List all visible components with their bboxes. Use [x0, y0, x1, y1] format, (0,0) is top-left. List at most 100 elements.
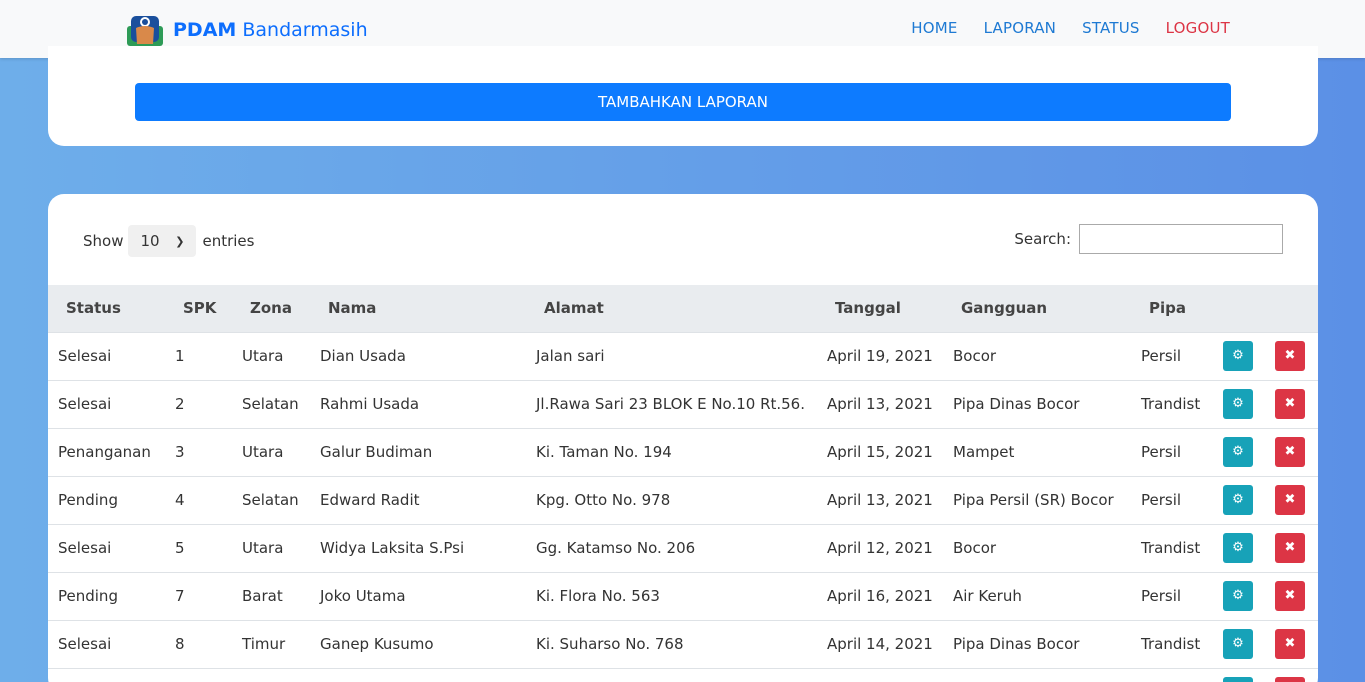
close-icon: ✖: [1284, 444, 1296, 459]
cell-gangguan: [943, 668, 1131, 682]
cell-zona: Selatan: [242, 491, 299, 509]
gear-icon: ⚙: [1232, 444, 1244, 459]
table-row: ⚙✖: [48, 668, 1318, 682]
delete-cell: ✖: [1265, 380, 1318, 428]
edit-button[interactable]: ⚙: [1223, 341, 1253, 371]
cell-tanggal: April 16, 2021: [827, 587, 933, 605]
table-body: Selesai 1 Utara Dian Usada Jalan sari April 1…: [48, 332, 1318, 682]
cell-alamat: Ki. Flora No. 563: [536, 587, 660, 605]
cell-pipa: Persil: [1141, 443, 1182, 461]
cell-alamat: Gg. Katamso No. 206: [536, 539, 696, 557]
delete-button[interactable]: ✖: [1275, 677, 1305, 682]
close-icon: ✖: [1284, 396, 1296, 411]
edit-button[interactable]: ⚙: [1223, 581, 1253, 611]
brand-name: PDAM Bandarmasih: [173, 19, 368, 41]
column-header[interactable]: Alamat: [526, 285, 817, 332]
cell-zona: Utara: [242, 539, 284, 557]
cell-gangguan: Pipa Dinas Bocor: [953, 635, 1080, 653]
column-header[interactable]: Pipa: [1131, 285, 1213, 332]
cell-pipa: [1131, 668, 1213, 682]
chevron-down-icon: ❯: [175, 234, 185, 248]
delete-button[interactable]: ✖: [1275, 437, 1305, 467]
cell-alamat: Ki. Taman No. 194: [536, 443, 672, 461]
edit-button[interactable]: ⚙: [1223, 533, 1253, 563]
entries-select[interactable]: 10 ❯: [128, 225, 197, 257]
column-header[interactable]: Nama: [310, 285, 526, 332]
nav-logout[interactable]: LOGOUT: [1166, 19, 1230, 37]
column-header[interactable]: Gangguan: [943, 285, 1131, 332]
table-row: Pending 4 Selatan Edward Radit Kpg. Otto No.…: [48, 476, 1318, 524]
nav-links: HOME LAPORAN STATUS LOGOUT: [885, 19, 1230, 37]
cell-zona: Barat: [242, 587, 283, 605]
delete-cell: ✖: [1265, 476, 1318, 524]
column-header[interactable]: Tanggal: [817, 285, 943, 332]
table-row: Selesai 2 Selatan Rahmi Usada Jl.Rawa Sari 2…: [48, 380, 1318, 428]
edit-cell: ⚙: [1213, 380, 1265, 428]
close-icon: ✖: [1284, 492, 1296, 507]
cell-nama: Dian Usada: [320, 347, 406, 365]
brand[interactable]: PDAM Bandarmasih: [127, 14, 368, 46]
cell-alamat: Kpg. Otto No. 978: [536, 491, 671, 509]
cell-zona: Utara: [242, 347, 284, 365]
cell-pipa: Trandist: [1141, 539, 1201, 557]
cell-nama: [310, 668, 526, 682]
delete-button[interactable]: ✖: [1275, 341, 1305, 371]
nav-laporan[interactable]: LAPORAN: [984, 19, 1057, 37]
edit-button[interactable]: ⚙: [1223, 629, 1253, 659]
cell-alamat: Ki. Suharso No. 768: [536, 635, 684, 653]
table-row: Selesai 5 Utara Widya Laksita S.Psi Gg. Kata…: [48, 524, 1318, 572]
gear-icon: ⚙: [1232, 636, 1244, 651]
gear-icon: ⚙: [1232, 540, 1244, 555]
entries-value: 10: [140, 232, 160, 250]
cell-zona: Timur: [242, 635, 286, 653]
delete-cell: ✖: [1265, 620, 1318, 668]
cell-status: Pending: [58, 587, 118, 605]
cell-alamat: [526, 668, 817, 682]
cell-spk: 3: [175, 443, 185, 461]
cell-pipa: Persil: [1141, 587, 1182, 605]
edit-button[interactable]: ⚙: [1223, 437, 1253, 467]
edit-button[interactable]: ⚙: [1223, 389, 1253, 419]
column-header[interactable]: SPK: [165, 285, 232, 332]
column-header[interactable]: Status: [48, 285, 165, 332]
edit-button[interactable]: ⚙: [1223, 677, 1253, 682]
edit-cell: ⚙: [1213, 332, 1265, 380]
nav-home[interactable]: HOME: [911, 19, 957, 37]
table-row: Penanganan 3 Utara Galur Budiman Ki. Taman N…: [48, 428, 1318, 476]
cell-pipa: Trandist: [1141, 395, 1201, 413]
cell-spk: 5: [175, 539, 185, 557]
delete-button[interactable]: ✖: [1275, 629, 1305, 659]
cell-nama: Galur Budiman: [320, 443, 433, 461]
column-header[interactable]: Zona: [232, 285, 310, 332]
report-table: Status SPK Zona Nama Alamat Tanggal Gangguan Pi…: [48, 285, 1318, 682]
cell-nama: Widya Laksita S.Psi: [320, 539, 465, 557]
cell-spk: 4: [175, 491, 185, 509]
cell-status: Penanganan: [58, 443, 151, 461]
cell-tanggal: April 13, 2021: [827, 491, 933, 509]
delete-button[interactable]: ✖: [1275, 389, 1305, 419]
nav-status[interactable]: STATUS: [1082, 19, 1139, 37]
cell-spk: 8: [175, 635, 185, 653]
cell-pipa: Trandist: [1141, 635, 1201, 653]
close-icon: ✖: [1284, 540, 1296, 555]
table-row: Pending 7 Barat Joko Utama Ki. Flora No. 563…: [48, 572, 1318, 620]
column-header-actions: [1213, 285, 1265, 332]
cell-nama: Rahmi Usada: [320, 395, 420, 413]
delete-button[interactable]: ✖: [1275, 485, 1305, 515]
edit-cell: ⚙: [1213, 668, 1265, 682]
cell-status: Selesai: [58, 539, 112, 557]
cell-tanggal: April 12, 2021: [827, 539, 933, 557]
edit-button[interactable]: ⚙: [1223, 485, 1253, 515]
show-label: Show: [83, 232, 124, 250]
cell-alamat: Jalan sari: [536, 347, 605, 365]
cell-tanggal: April 15, 2021: [827, 443, 933, 461]
add-report-button[interactable]: TAMBAHKAN LAPORAN: [135, 83, 1231, 121]
edit-cell: ⚙: [1213, 476, 1265, 524]
edit-cell: ⚙: [1213, 572, 1265, 620]
delete-cell: ✖: [1265, 572, 1318, 620]
search-input[interactable]: [1079, 224, 1283, 254]
delete-cell: ✖: [1265, 332, 1318, 380]
delete-button[interactable]: ✖: [1275, 533, 1305, 563]
close-icon: ✖: [1284, 636, 1296, 651]
delete-button[interactable]: ✖: [1275, 581, 1305, 611]
